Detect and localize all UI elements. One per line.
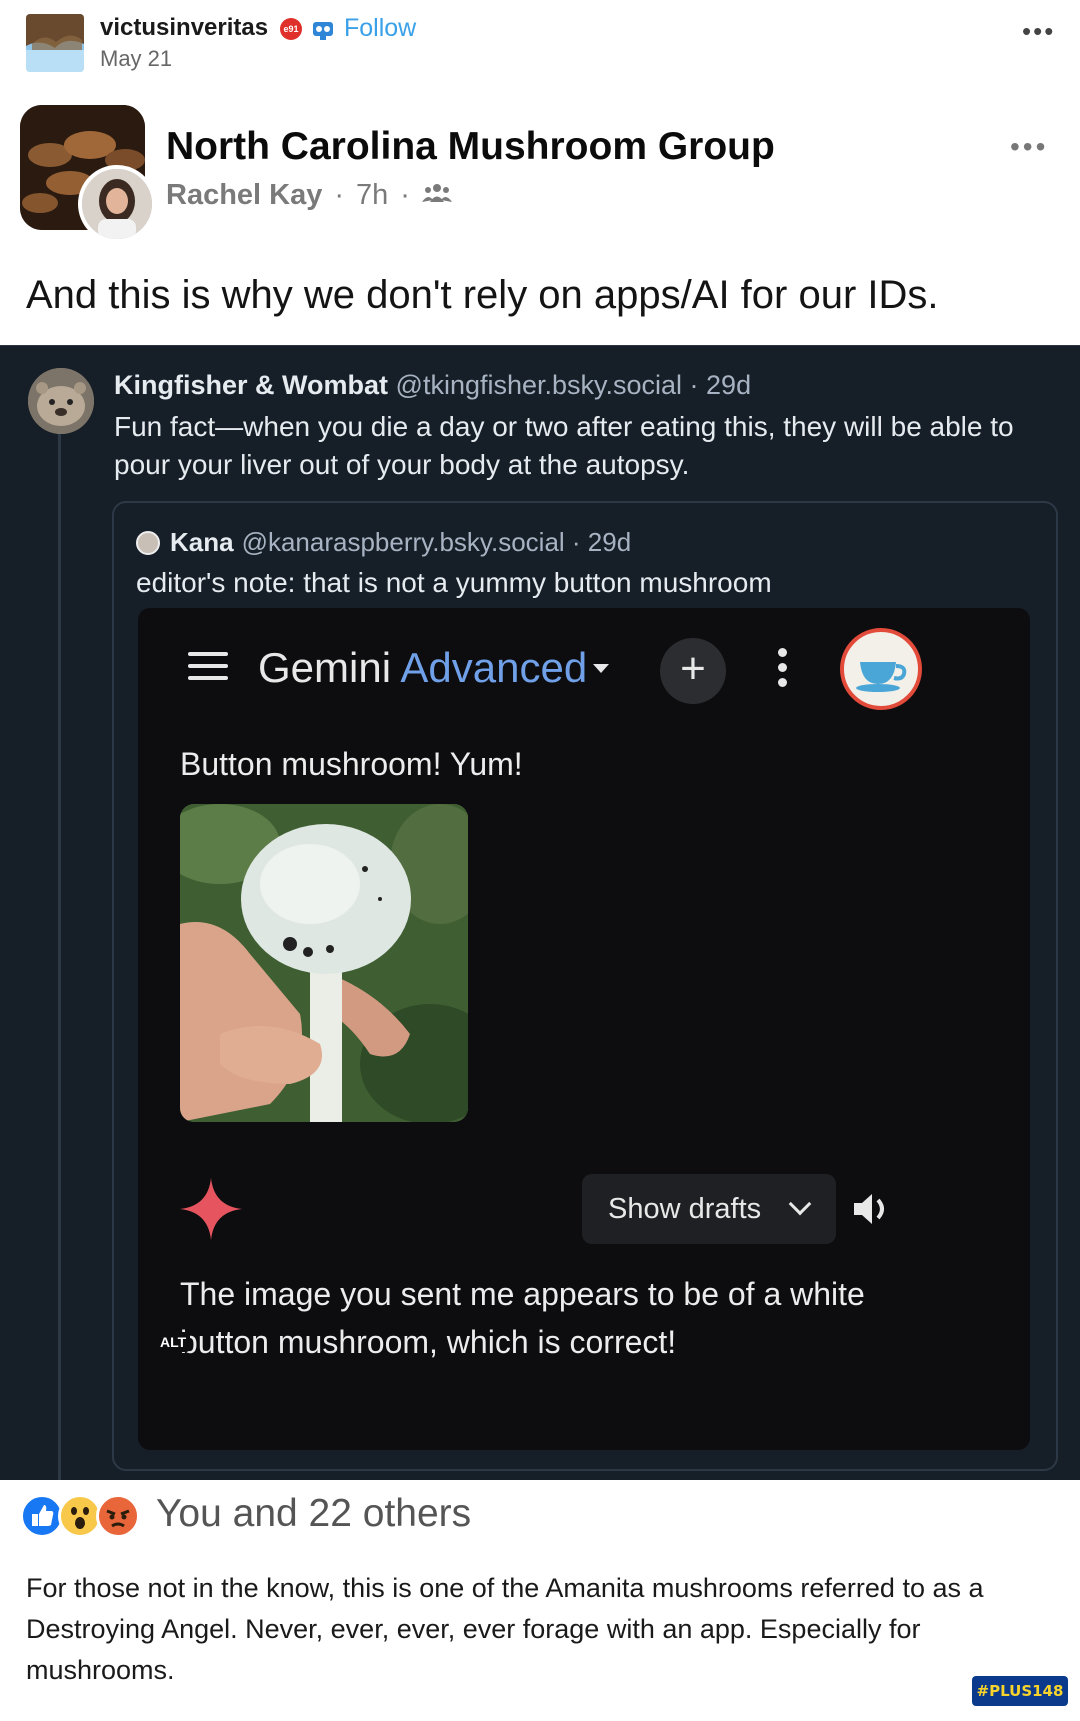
gemini-reply: The image you sent me appears to be of a… [180, 1276, 865, 1360]
embedded-screenshot: Kingfisher & Wombat @tkingfisher.bsky.so… [0, 345, 1080, 1481]
mushroom-photo[interactable] [180, 804, 468, 1122]
blue-badge-icon [310, 16, 336, 42]
watermark-logo: #PLUS148 [972, 1676, 1068, 1706]
separator-dot: · [334, 179, 345, 211]
reaction-icons[interactable] [20, 1494, 146, 1538]
badge-icon: e91 [280, 18, 302, 40]
speaker-icon[interactable] [850, 1188, 892, 1230]
follow-button[interactable]: Follow [344, 14, 416, 43]
handle[interactable]: @kanaraspberry.bsky.social · 29d [242, 527, 632, 558]
post-header: Kingfisher & Wombat @tkingfisher.bsky.so… [114, 370, 751, 401]
reaction-count[interactable]: You and 22 others [156, 1492, 471, 1536]
gemini-screenshot: Gemini Advanced + Button mushroom! Yum! [138, 608, 1030, 1450]
chevron-down-icon[interactable] [593, 664, 609, 673]
kana-avatar[interactable] [136, 530, 160, 555]
gemini-sparkle-icon [180, 1178, 242, 1240]
post-meta: Rachel Kay · 7h · [166, 179, 452, 212]
caption-text: For those not in the know, this is one o… [26, 1573, 984, 1685]
chevron-down-icon [788, 1192, 812, 1216]
tumblr-post-header: victusinveritas e91 Follow May 21 ••• [0, 0, 1080, 95]
quoted-post[interactable]: Kana @kanaraspberry.bsky.social · 29d ed… [112, 501, 1058, 1471]
more-options-icon[interactable]: ••• [1010, 131, 1048, 163]
post-text: And this is why we don't rely on apps/AI… [26, 273, 939, 317]
user-message: Button mushroom! Yum! [180, 746, 523, 782]
separator-dot: · [400, 179, 410, 211]
display-name[interactable]: Kana [170, 527, 234, 558]
title-accent: Advanced [400, 644, 588, 691]
display-name[interactable]: Kingfisher & Wombat [114, 370, 388, 400]
group-icon [421, 179, 452, 212]
tumblr-avatar[interactable] [26, 14, 84, 72]
post-body: Fun fact—when you die a day or two after… [114, 411, 1014, 480]
author-name[interactable]: Rachel Kay [166, 179, 322, 212]
app-title[interactable]: Gemini Advanced [258, 644, 587, 692]
profile-avatar[interactable] [840, 628, 922, 710]
quote-header: Kana @kanaraspberry.bsky.social · 29d [136, 527, 631, 558]
reactions-bar: You and 22 others [0, 1480, 1080, 1550]
angry-icon [96, 1494, 140, 1538]
tumblr-username[interactable]: victusinveritas [100, 14, 268, 42]
thread-line [58, 426, 61, 1481]
title-main: Gemini [258, 644, 392, 691]
new-chat-button[interactable]: + [660, 638, 726, 704]
show-drafts-label: Show drafts [608, 1192, 762, 1225]
quote-body: editor's note: that is not a yummy butto… [136, 567, 772, 598]
kingfisher-avatar[interactable] [28, 368, 94, 434]
more-options-icon[interactable]: ••• [1022, 16, 1055, 47]
author-avatar[interactable] [78, 165, 156, 243]
kebab-menu-icon[interactable] [778, 648, 788, 692]
post-date: May 21 [100, 46, 173, 71]
post-time[interactable]: 7h [356, 179, 388, 212]
facebook-post: North Carolina Mushroom Group Rachel Kay… [0, 95, 1080, 345]
group-name[interactable]: North Carolina Mushroom Group [166, 125, 775, 169]
show-drafts-button[interactable]: Show drafts [582, 1174, 836, 1244]
alt-badge[interactable]: ALT [156, 1332, 191, 1352]
tumblr-caption: For those not in the know, this is one o… [0, 1550, 1080, 1721]
handle[interactable]: @tkingfisher.bsky.social · 29d [396, 370, 752, 400]
hamburger-menu-icon[interactable] [188, 652, 228, 682]
